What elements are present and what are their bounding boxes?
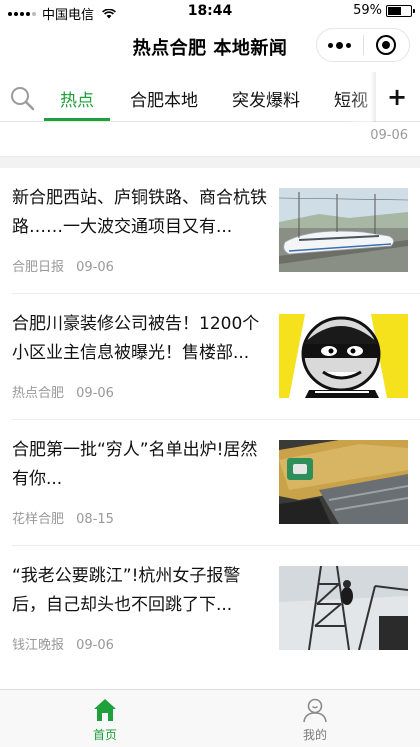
search-icon[interactable]	[8, 84, 38, 114]
section-divider	[0, 156, 420, 168]
status-bar: 中国电信 18:44 59%	[0, 0, 420, 24]
news-date: 09-06	[76, 386, 114, 401]
thief-cartoon-thumbnail	[279, 314, 408, 398]
navbar: 热点合肥 本地新闻	[0, 24, 420, 68]
battery-level-fill	[388, 6, 401, 15]
news-item[interactable]: 合肥第一批“穷人”名单出炉!居然有你... 花样合肥 08-15	[12, 420, 420, 546]
battery-percent: 59%	[353, 3, 382, 18]
tab-shadow	[370, 72, 376, 122]
news-date: 09-06	[76, 638, 114, 653]
news-meta: 合肥日报 09-06	[12, 256, 114, 275]
tabbar-me-label: 我的	[302, 728, 327, 742]
battery-icon	[386, 4, 415, 17]
tab-breaking[interactable]: 突发爆料	[232, 86, 300, 111]
tab-hot[interactable]: 热点	[60, 86, 94, 111]
active-tab-underline	[44, 118, 110, 121]
tab-hefei-local[interactable]: 合肥本地	[130, 86, 198, 111]
news-item[interactable]: 新合肥西站、庐铜铁路、商合杭铁路……一大波交通项目又有... 合肥日报 09-0…	[12, 168, 420, 294]
home-icon	[94, 699, 116, 721]
previous-list-item[interactable]: 09-06	[0, 122, 420, 150]
previous-item-date: 09-06	[370, 128, 408, 143]
news-date: 09-06	[76, 260, 114, 275]
miniprogram-capsule	[316, 28, 410, 62]
bottom-tabbar: 首页 我的	[0, 689, 420, 747]
news-date: 08-15	[76, 512, 114, 527]
news-item[interactable]: 合肥川豪装修公司被告！1200个小区业主信息被曝光！售楼部... 热点合肥 09…	[12, 294, 420, 420]
news-title: 合肥第一批“穷人”名单出炉!居然有你...	[12, 440, 258, 489]
user-icon	[303, 698, 327, 723]
news-meta: 花样合肥 08-15	[12, 508, 114, 527]
news-title: “我老公要跳江”!杭州女子报警后，自己却头也不回跳了下...	[12, 566, 241, 615]
news-source: 钱江晚报	[12, 638, 65, 653]
news-title: 新合肥西站、庐铜铁路、商合杭铁路……一大波交通项目又有...	[12, 188, 267, 237]
news-feed[interactable]: 09-06 新合肥西站、庐铜铁路、商合杭铁路……一大波交通项目又有... 合肥日…	[0, 122, 420, 689]
close-target-icon	[376, 35, 397, 55]
status-right: 59%	[353, 3, 415, 18]
news-source: 热点合肥	[12, 386, 65, 401]
bank-cards-photo-thumbnail	[279, 440, 408, 524]
tabbar-home[interactable]: 首页	[65, 696, 145, 743]
news-title: 合肥川豪装修公司被告！1200个小区业主信息被曝光！售楼部...	[12, 314, 260, 363]
news-meta: 钱江晚报 09-06	[12, 634, 114, 653]
news-item[interactable]: “我老公要跳江”!杭州女子报警后，自己却头也不回跳了下... 钱江晚报 09-0…	[12, 546, 420, 672]
tabbar-home-label: 首页	[92, 728, 117, 742]
news-source: 花样合肥	[12, 512, 65, 527]
tower-climber-photo-thumbnail	[279, 566, 408, 650]
train-photo-thumbnail	[279, 188, 408, 272]
tabbar-me[interactable]: 我的	[275, 696, 355, 743]
more-menu-button[interactable]	[317, 29, 363, 61]
news-source: 合肥日报	[12, 260, 65, 275]
more-dots-icon	[328, 41, 352, 49]
close-miniprogram-button[interactable]	[364, 29, 410, 61]
tab-list: 热点 合肥本地 突发爆料 短视	[44, 72, 374, 122]
add-tab-button[interactable]: +	[382, 82, 412, 112]
news-meta: 热点合肥 09-06	[12, 382, 114, 401]
category-tabs: 热点 合肥本地 突发爆料 短视 +	[0, 72, 420, 122]
